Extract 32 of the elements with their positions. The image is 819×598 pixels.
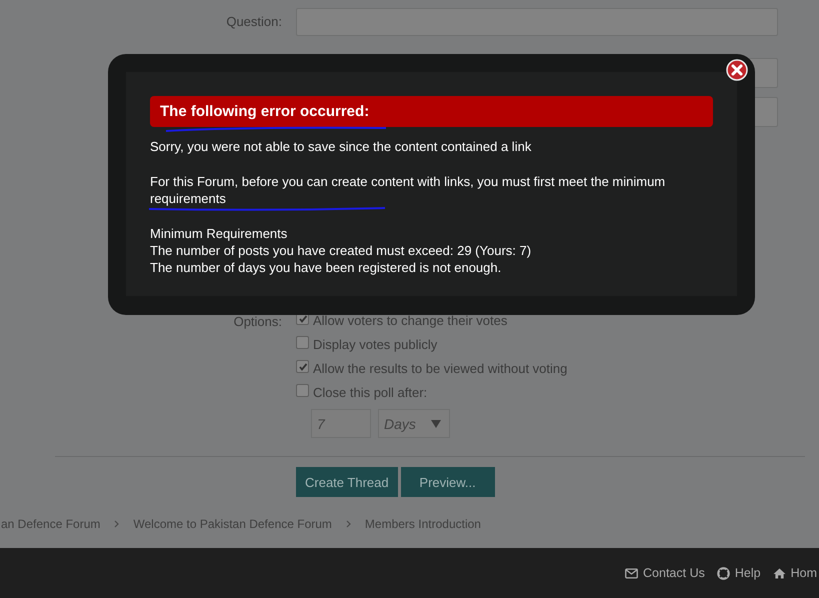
error-message: For this Forum, before you can create content with links, you must first meet the minimum requirements [150,173,666,207]
checkbox-label: Display votes publicly [313,337,438,352]
error-message: Sorry, you were not able to save since the content contained a link [150,138,532,155]
breadcrumb-link[interactable]: Welcome to Pakistan Defence Forum [133,517,332,531]
checkbox-label: Close this poll after: [313,385,428,400]
action-button[interactable]: Preview... [400,467,495,497]
error-message: The number of days you have been registered is not enough. [150,259,502,276]
footer-link[interactable]: Help [716,566,761,580]
number-field[interactable]: 7 [311,409,371,438]
checkbox-label: Allow voters to change their votes [313,313,508,328]
chevron-icon [114,520,120,528]
checkbox[interactable] [296,384,309,397]
envelope-icon [625,568,638,578]
error-message: The number of posts you have created must exceed: 29 (Yours: 7) [150,242,532,259]
checkbox[interactable] [296,360,309,373]
error-heading: The following error occurred: [150,96,713,127]
breadcrumb-link[interactable]: Members Introduction [364,517,481,531]
field-label: Question: [225,13,282,29]
checkbox[interactable] [296,336,309,349]
chevron-icon [346,520,351,528]
caret-icon [431,420,441,428]
house-icon [772,568,786,578]
unit-dropdown[interactable]: Days [378,409,450,438]
breadcrumb-link[interactable]: an Defence Forum [1,517,100,531]
action-button[interactable]: Create Thread [296,467,398,497]
footer-link[interactable]: Hom [772,566,817,580]
lifebuoy-icon [716,566,730,580]
close-icon[interactable] [726,59,748,81]
footer-link[interactable]: Contact Us [625,566,705,580]
field-label: Options: [232,313,282,329]
checkbox-label: Allow the results to be viewed without voting [313,361,568,376]
error-message: Minimum Requirements [150,225,288,242]
